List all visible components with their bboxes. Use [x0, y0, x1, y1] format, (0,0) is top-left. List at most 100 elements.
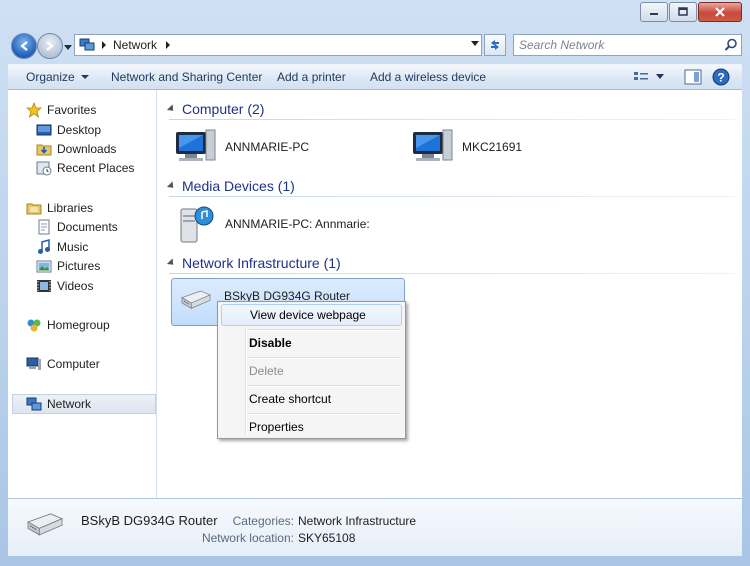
sidebar-item-music[interactable]: Music	[36, 237, 88, 257]
add-wireless-device-button[interactable]: Add a wireless device	[370, 70, 486, 84]
close-button[interactable]	[698, 2, 742, 22]
sidebar-item-label: Downloads	[57, 142, 117, 156]
details-location-label: Network location:	[201, 531, 294, 545]
group-title: Network Infrastructure (1)	[182, 255, 341, 271]
menu-separator	[248, 329, 400, 331]
search-icon[interactable]	[724, 38, 738, 52]
navigation-pane: Favorites Desktop Downloads Recent Place…	[8, 90, 157, 498]
sidebar-item-documents[interactable]: Documents	[36, 217, 118, 237]
recent-pages-button[interactable]	[64, 40, 72, 54]
sidebar-item-recent-places[interactable]: Recent Places	[36, 158, 134, 178]
downloads-folder-icon	[36, 141, 52, 157]
change-view-button[interactable]	[633, 70, 664, 84]
address-bar[interactable]: Network	[74, 34, 482, 56]
menu-item-delete: Delete	[249, 364, 284, 378]
recent-places-icon	[36, 160, 52, 176]
sidebar-item-label: Pictures	[57, 259, 101, 273]
address-location[interactable]: Network	[113, 38, 157, 52]
device-media-annmarie[interactable]: ANNMARIE-PC: Annmarie:	[173, 203, 370, 245]
sidebar-item-label: Videos	[57, 279, 94, 293]
libraries-icon	[26, 200, 42, 216]
arrow-left-icon	[20, 41, 28, 51]
sidebar-item-label: Music	[57, 240, 89, 254]
group-header-network-infrastructure[interactable]: Network Infrastructure (1)	[166, 255, 735, 274]
device-label: ANNMARIE-PC	[225, 140, 310, 154]
group-collapse-icon	[166, 181, 177, 191]
group-collapse-icon	[166, 258, 177, 268]
sidebar-item-label: Desktop	[57, 123, 102, 137]
group-divider	[169, 273, 735, 274]
device-label: MKC21691	[462, 140, 523, 154]
pictures-icon	[36, 258, 52, 274]
sidebar-item-network[interactable]: Network	[12, 394, 156, 414]
group-title: Computer (2)	[182, 101, 265, 117]
arrow-right-icon	[46, 41, 54, 51]
sidebar-item-desktop[interactable]: Desktop	[36, 120, 101, 140]
group-header-computer[interactable]: Computer (2)	[166, 101, 735, 120]
sidebar-item-label: Network	[47, 397, 92, 411]
sidebar-item-homegroup[interactable]: Homegroup	[26, 315, 110, 335]
sidebar-item-downloads[interactable]: Downloads	[36, 139, 116, 159]
menu-separator	[248, 385, 400, 387]
address-row: Network	[8, 30, 742, 60]
context-menu: View device webpage Disable Delete Creat…	[217, 301, 406, 439]
details-categories-label: Categories:	[232, 514, 294, 528]
add-printer-button[interactable]: Add a printer	[277, 70, 346, 84]
forward-button[interactable]	[37, 33, 63, 59]
network-icon	[26, 396, 42, 412]
chevron-down-icon	[64, 45, 72, 50]
back-button[interactable]	[11, 33, 37, 59]
menu-item-create-shortcut[interactable]: Create shortcut	[221, 388, 402, 410]
organize-button[interactable]: Organize	[26, 70, 89, 84]
menu-separator	[248, 357, 400, 359]
sidebar-item-computer[interactable]: Computer	[26, 354, 100, 374]
address-dropdown-icon[interactable]	[471, 41, 479, 47]
documents-icon	[36, 219, 52, 235]
network-sharing-center-button[interactable]: Network and Sharing Center	[111, 70, 262, 84]
group-divider	[169, 119, 735, 120]
sidebar-item-label: Recent Places	[57, 161, 135, 175]
sidebar-item-videos[interactable]: Videos	[36, 276, 93, 296]
sidebar-item-favorites[interactable]: Favorites	[26, 100, 96, 120]
view-dropdown-icon	[656, 74, 664, 79]
details-pane: BSkyB DG934G Router Categories: Network …	[8, 498, 742, 556]
sidebar-item-pictures[interactable]: Pictures	[36, 256, 100, 276]
preview-pane-icon[interactable]	[684, 69, 702, 85]
maximize-button[interactable]	[669, 2, 697, 22]
organize-label: Organize	[26, 70, 75, 84]
sidebar-item-label: Homegroup	[47, 318, 110, 332]
group-header-media-devices[interactable]: Media Devices (1)	[166, 178, 735, 197]
device-mkc21691[interactable]: MKC21691	[410, 126, 522, 168]
network-icon	[79, 38, 95, 51]
desktop-icon	[36, 122, 52, 138]
close-icon	[715, 7, 725, 17]
breadcrumb-chevron-icon[interactable]	[165, 41, 171, 49]
router-icon	[27, 513, 64, 536]
svg-text:?: ?	[717, 71, 724, 85]
menu-item-properties[interactable]: Properties	[221, 416, 402, 438]
sidebar-item-label: Computer	[47, 357, 100, 371]
sidebar-item-label: Documents	[57, 220, 118, 234]
chevron-down-icon	[80, 75, 89, 79]
device-annmarie-pc[interactable]: ANNMARIE-PC	[173, 126, 309, 168]
sidebar-item-label: Favorites	[47, 103, 97, 117]
search-box[interactable]	[513, 34, 742, 56]
help-icon[interactable]: ?	[712, 68, 730, 86]
menu-item-view-device-webpage[interactable]: View device webpage	[221, 304, 402, 326]
homegroup-icon	[26, 317, 42, 333]
search-input[interactable]	[519, 36, 709, 54]
music-icon	[36, 239, 52, 255]
caption-buttons	[639, 2, 742, 22]
refresh-button[interactable]	[484, 34, 506, 56]
star-icon	[26, 102, 42, 118]
computer-icon	[413, 129, 453, 161]
maximize-icon	[678, 7, 688, 16]
sidebar-item-label: Libraries	[47, 201, 94, 215]
explorer-window: Network Organize Network and Sharing Cen…	[0, 0, 750, 566]
group-collapse-icon	[166, 104, 177, 114]
view-options-icon	[634, 72, 648, 80]
menu-item-disable[interactable]: Disable	[221, 332, 402, 354]
menu-separator	[248, 413, 400, 415]
sidebar-item-libraries[interactable]: Libraries	[26, 198, 93, 218]
minimize-button[interactable]	[640, 2, 668, 22]
